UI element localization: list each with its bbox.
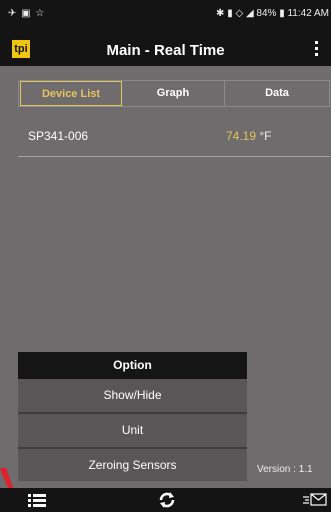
option-menu: Option Show/Hide Unit Zeroing Sensors bbox=[18, 352, 247, 481]
list-menu-icon[interactable] bbox=[27, 491, 47, 509]
device-list-row[interactable]: SP341-006 74.19 °F bbox=[18, 118, 330, 157]
device-reading: 74.19 °F bbox=[226, 129, 272, 143]
tab-bar: Device List Graph Data bbox=[18, 80, 330, 107]
tab-graph[interactable]: Graph bbox=[122, 81, 225, 106]
menu-item-unit[interactable]: Unit bbox=[18, 414, 247, 449]
status-time: 11:42 AM bbox=[287, 8, 329, 19]
refresh-icon[interactable] bbox=[158, 491, 176, 509]
page-title: Main - Real Time bbox=[106, 42, 225, 59]
menu-item-zeroing-sensors[interactable]: Zeroing Sensors bbox=[18, 449, 247, 482]
send-email-icon[interactable] bbox=[303, 491, 327, 509]
app-bar: tpi Main - Real Time bbox=[0, 33, 331, 66]
menu-item-show-hide[interactable]: Show/Hide bbox=[18, 379, 247, 414]
tab-device-list[interactable]: Device List bbox=[20, 81, 122, 106]
reading-unit: °F bbox=[259, 129, 272, 143]
device-name: SP341-006 bbox=[28, 129, 89, 143]
status-left-icons: ✈ ▣ ☆ bbox=[8, 8, 46, 19]
bottom-bar bbox=[0, 488, 331, 512]
tab-data[interactable]: Data bbox=[225, 81, 329, 106]
status-bar: ✈ ▣ ☆ ✱ ▮ ◇ ◢ 84% ▮ 11:42 AM bbox=[0, 0, 331, 33]
status-icons: ✱ ▮ ◇ ◢ 84% ▮ bbox=[216, 8, 285, 19]
version-label: Version : 1.1 bbox=[257, 464, 313, 475]
option-menu-header: Option bbox=[18, 352, 247, 379]
reading-value: 74.19 bbox=[226, 129, 257, 143]
status-right: ✱ ▮ ◇ ◢ 84% ▮ 11:42 AM bbox=[216, 8, 329, 19]
overflow-menu-icon[interactable] bbox=[315, 41, 319, 59]
